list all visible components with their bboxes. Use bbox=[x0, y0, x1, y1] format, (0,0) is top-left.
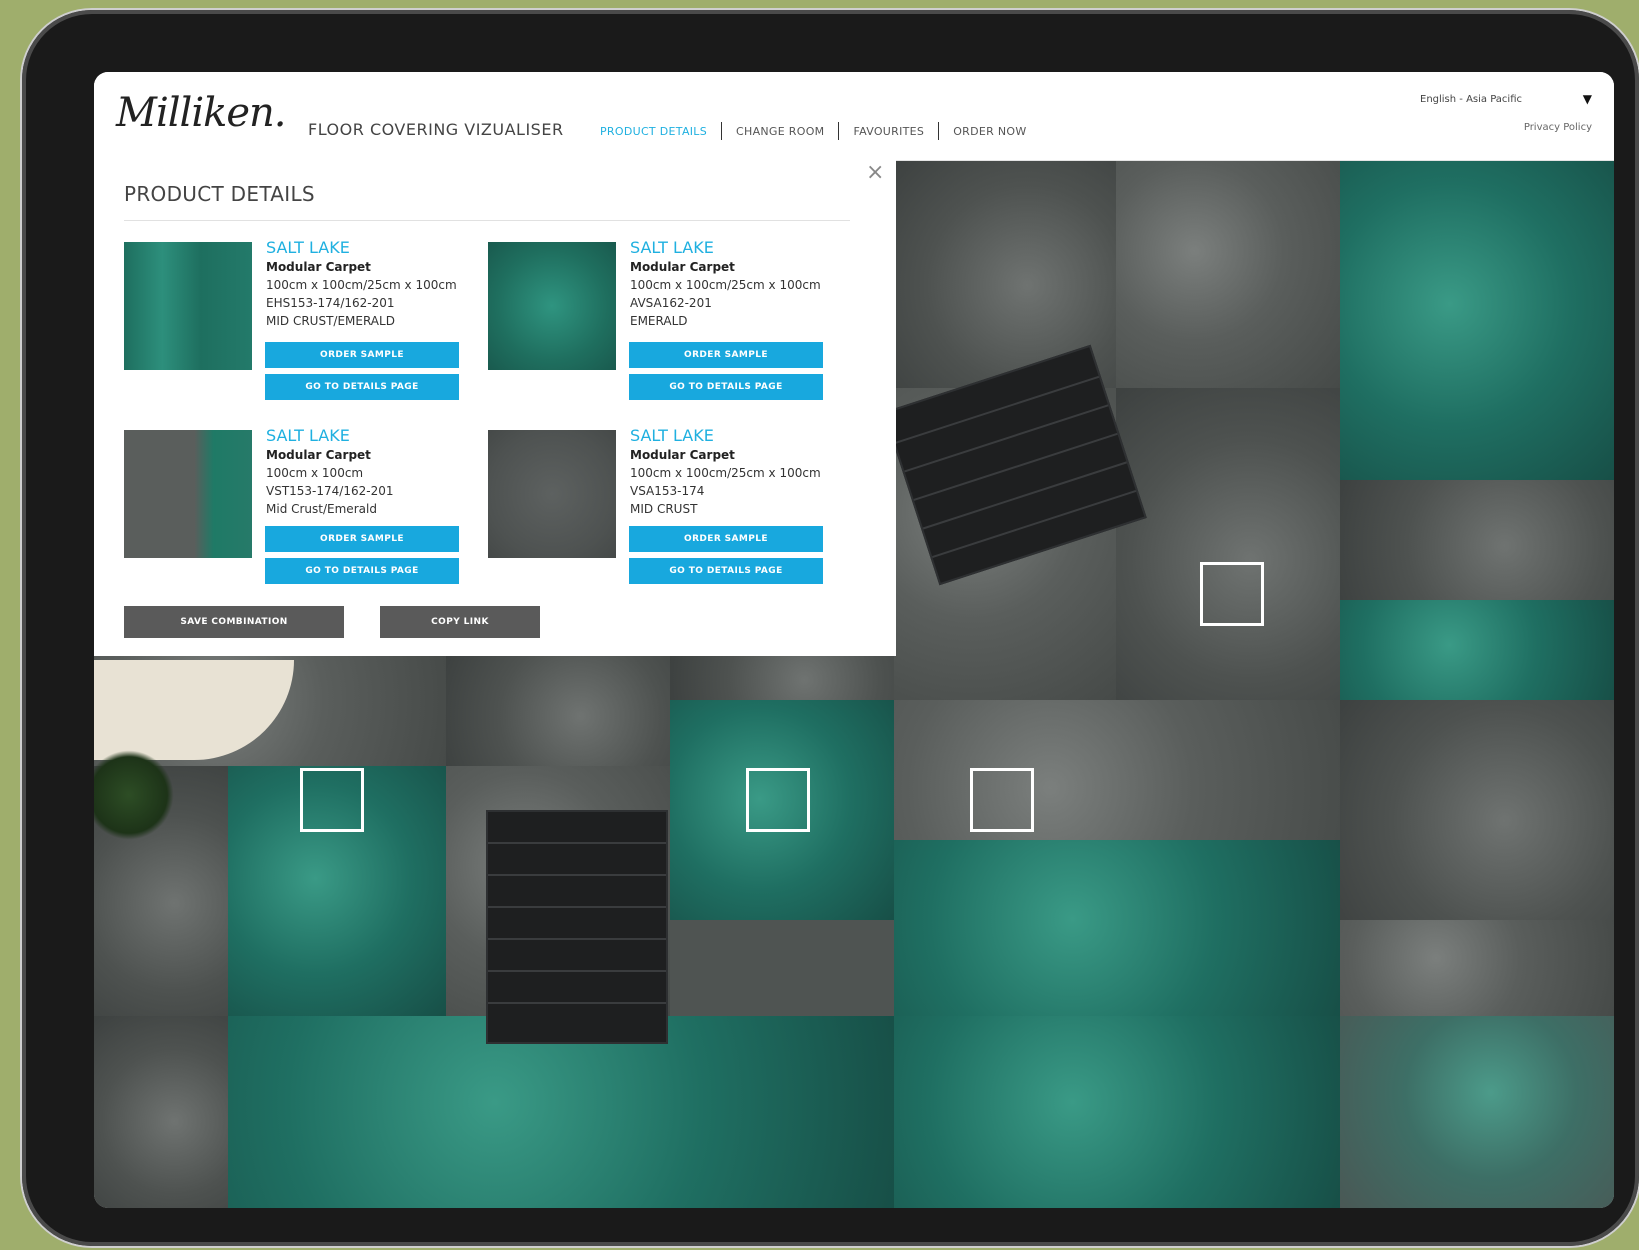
order-sample-button[interactable]: ORDER SAMPLE bbox=[629, 342, 823, 368]
product-info: SALT LAKE Modular Carpet 100cm x 100cm/2… bbox=[630, 426, 850, 518]
product-swatch[interactable] bbox=[488, 242, 616, 370]
product-info: SALT LAKE Modular Carpet 100cm x 100cm/2… bbox=[630, 238, 850, 330]
nav-favourites[interactable]: FAVOURITES bbox=[839, 125, 938, 138]
product-details-panel: × PRODUCT DETAILS SALT LAKE Modular Carp… bbox=[94, 160, 896, 656]
product-swatch[interactable] bbox=[488, 430, 616, 558]
chair bbox=[486, 810, 668, 1044]
milliken-logo[interactable]: Milliken. bbox=[116, 90, 287, 136]
product-swatch[interactable] bbox=[124, 242, 252, 370]
copy-link-button[interactable]: COPY LINK bbox=[380, 606, 540, 638]
save-combination-button[interactable]: SAVE COMBINATION bbox=[124, 606, 344, 638]
floor-tile[interactable] bbox=[670, 656, 894, 700]
product-card: SALT LAKE Modular Carpet 100cm x 100cm/2… bbox=[488, 426, 848, 606]
product-code: AVSA162-201 bbox=[630, 296, 712, 310]
product-color: Mid Crust/Emerald bbox=[266, 502, 377, 516]
floor-tile[interactable] bbox=[446, 656, 670, 766]
details-page-button[interactable]: GO TO DETAILS PAGE bbox=[629, 374, 823, 400]
plant bbox=[94, 750, 174, 840]
floor-tile[interactable] bbox=[1340, 160, 1614, 480]
floor-tile[interactable] bbox=[1340, 600, 1614, 700]
nav-order-now[interactable]: ORDER NOW bbox=[939, 125, 1040, 138]
product-info: SALT LAKE Modular Carpet 100cm x 100cm V… bbox=[266, 426, 486, 518]
language-value: English - Asia Pacific bbox=[1420, 93, 1522, 105]
tablet-frame: Milliken. FLOOR COVERING VIZUALISER PROD… bbox=[22, 10, 1639, 1246]
product-name[interactable]: SALT LAKE bbox=[630, 426, 850, 446]
tile-marker[interactable] bbox=[300, 768, 364, 832]
details-page-button[interactable]: GO TO DETAILS PAGE bbox=[265, 558, 459, 584]
product-code: EHS153-174/162-201 bbox=[266, 296, 395, 310]
floor-tile[interactable] bbox=[1116, 388, 1340, 700]
product-name[interactable]: SALT LAKE bbox=[630, 238, 850, 258]
tile-marker[interactable] bbox=[746, 768, 810, 832]
order-sample-button[interactable]: ORDER SAMPLE bbox=[265, 526, 459, 552]
product-swatch[interactable] bbox=[124, 430, 252, 558]
divider bbox=[124, 220, 850, 221]
product-name[interactable]: SALT LAKE bbox=[266, 426, 486, 446]
product-type: Modular Carpet bbox=[630, 260, 735, 274]
product-card: SALT LAKE Modular Carpet 100cm x 100cm V… bbox=[124, 426, 484, 606]
app-header: Milliken. FLOOR COVERING VIZUALISER PROD… bbox=[94, 72, 1614, 161]
product-size: 100cm x 100cm/25cm x 100cm bbox=[630, 466, 821, 480]
product-size: 100cm x 100cm bbox=[266, 466, 364, 480]
floor-tile[interactable] bbox=[1340, 700, 1614, 920]
floor-tile[interactable] bbox=[228, 1016, 894, 1208]
tile-marker[interactable] bbox=[970, 768, 1034, 832]
floor-tile[interactable] bbox=[894, 840, 1340, 1016]
order-sample-button[interactable]: ORDER SAMPLE bbox=[629, 526, 823, 552]
details-page-button[interactable]: GO TO DETAILS PAGE bbox=[629, 558, 823, 584]
floor-tile[interactable] bbox=[894, 1016, 1340, 1208]
privacy-policy-link[interactable]: Privacy Policy bbox=[1524, 122, 1592, 133]
app-title: FLOOR COVERING VIZUALISER bbox=[308, 120, 564, 139]
product-size: 100cm x 100cm/25cm x 100cm bbox=[266, 278, 457, 292]
tile-marker[interactable] bbox=[1200, 562, 1264, 626]
language-select[interactable]: English - Asia Pacific ▼ bbox=[1420, 88, 1592, 110]
product-type: Modular Carpet bbox=[630, 448, 735, 462]
product-type: Modular Carpet bbox=[266, 260, 371, 274]
floor-tile[interactable] bbox=[1340, 920, 1614, 1016]
app-screen: Milliken. FLOOR COVERING VIZUALISER PROD… bbox=[94, 72, 1614, 1208]
product-code: VSA153-174 bbox=[630, 484, 705, 498]
floor-tile[interactable] bbox=[1340, 480, 1614, 600]
details-page-button[interactable]: GO TO DETAILS PAGE bbox=[265, 374, 459, 400]
nav-change-room[interactable]: CHANGE ROOM bbox=[722, 125, 838, 138]
product-color: EMERALD bbox=[630, 314, 688, 328]
product-info: SALT LAKE Modular Carpet 100cm x 100cm/2… bbox=[266, 238, 486, 330]
product-code: VST153-174/162-201 bbox=[266, 484, 394, 498]
chevron-down-icon: ▼ bbox=[1582, 92, 1592, 106]
order-sample-button[interactable]: ORDER SAMPLE bbox=[265, 342, 459, 368]
floor-tile[interactable] bbox=[1340, 1016, 1614, 1208]
main-nav: PRODUCT DETAILS CHANGE ROOM FAVOURITES O… bbox=[586, 122, 1041, 140]
product-card: SALT LAKE Modular Carpet 100cm x 100cm/2… bbox=[488, 238, 848, 418]
close-icon[interactable]: × bbox=[866, 160, 884, 185]
nav-product-details[interactable]: PRODUCT DETAILS bbox=[586, 125, 721, 138]
product-name[interactable]: SALT LAKE bbox=[266, 238, 486, 258]
product-color: MID CRUST/EMERALD bbox=[266, 314, 395, 328]
floor-tile[interactable] bbox=[94, 1016, 228, 1208]
product-size: 100cm x 100cm/25cm x 100cm bbox=[630, 278, 821, 292]
panel-title: PRODUCT DETAILS bbox=[124, 182, 315, 206]
product-card: SALT LAKE Modular Carpet 100cm x 100cm/2… bbox=[124, 238, 484, 418]
product-color: MID CRUST bbox=[630, 502, 698, 516]
product-type: Modular Carpet bbox=[266, 448, 371, 462]
floor-tile[interactable] bbox=[1116, 160, 1340, 388]
